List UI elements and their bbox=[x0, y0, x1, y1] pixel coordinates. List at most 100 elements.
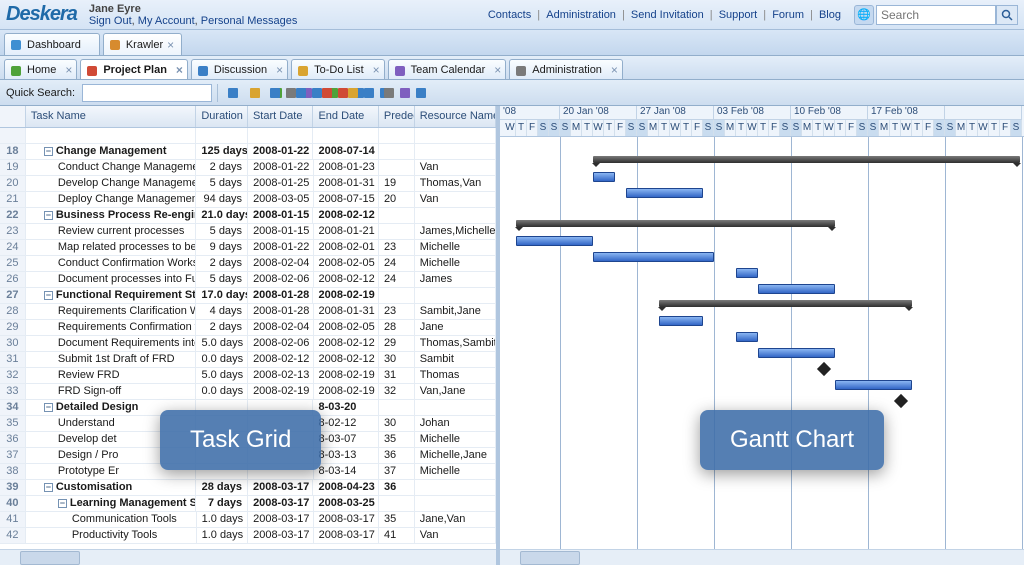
toolbar-help-button[interactable] bbox=[413, 83, 429, 103]
gantt-body[interactable] bbox=[500, 137, 1024, 549]
grid-body[interactable]: 18 −Change Management 125 days 2008-01-2… bbox=[0, 128, 496, 549]
task-name-cell[interactable]: Design / Pro bbox=[26, 448, 197, 463]
subtab-project-plan[interactable]: Project Plan× bbox=[80, 59, 188, 79]
toolbar-settings-button[interactable] bbox=[397, 83, 413, 103]
col-start-date[interactable]: Start Date bbox=[248, 106, 313, 127]
predecessor-cell[interactable] bbox=[379, 288, 415, 303]
table-row[interactable]: 22 −Business Process Re-engineerin 21.0 … bbox=[0, 208, 496, 224]
subtab-team-calendar[interactable]: Team Calendar× bbox=[388, 59, 507, 79]
user-link-personal-messages[interactable]: Personal Messages bbox=[201, 15, 298, 27]
toolbar-link-button[interactable] bbox=[345, 83, 361, 103]
gantt-hscroll[interactable] bbox=[500, 549, 1024, 565]
resource-cell[interactable] bbox=[415, 288, 496, 303]
task-name-cell[interactable]: FRD Sign-off bbox=[26, 384, 197, 399]
user-link-sign-out[interactable]: Sign Out bbox=[89, 15, 132, 27]
resource-cell[interactable]: Johan bbox=[415, 416, 496, 431]
task-bar[interactable] bbox=[758, 348, 835, 358]
close-icon[interactable]: × bbox=[167, 40, 177, 50]
task-bar[interactable] bbox=[736, 268, 758, 278]
predecessor-cell[interactable]: 29 bbox=[379, 336, 415, 351]
start-date-cell[interactable] bbox=[248, 448, 313, 463]
header-link-support[interactable]: Support bbox=[716, 9, 761, 21]
task-name-cell[interactable]: −Customisation bbox=[26, 480, 197, 495]
task-name-cell[interactable]: Review FRD bbox=[26, 368, 197, 383]
predecessor-cell[interactable]: 36 bbox=[379, 480, 415, 495]
task-name-cell[interactable]: −Change Management bbox=[26, 144, 197, 159]
collapse-icon[interactable]: − bbox=[44, 291, 53, 300]
duration-cell[interactable]: 125 days bbox=[196, 144, 248, 159]
start-date-cell[interactable]: 2008-03-17 bbox=[248, 480, 313, 495]
table-row[interactable]: 20 Develop Change Management Pl 5 days 2… bbox=[0, 176, 496, 192]
end-date-cell[interactable]: 2008-04-23 bbox=[313, 480, 378, 495]
search-input[interactable] bbox=[876, 5, 996, 25]
predecessor-cell[interactable]: 32 bbox=[379, 384, 415, 399]
resource-cell[interactable] bbox=[415, 128, 496, 143]
start-date-cell[interactable] bbox=[248, 400, 313, 415]
resource-cell[interactable]: Van,Jane bbox=[415, 384, 496, 399]
duration-cell[interactable] bbox=[196, 464, 248, 479]
header-link-contacts[interactable]: Contacts bbox=[485, 9, 534, 21]
close-icon[interactable]: × bbox=[494, 65, 501, 75]
resource-cell[interactable]: Michelle,Jane bbox=[415, 448, 496, 463]
end-date-cell[interactable]: 2008-02-19 bbox=[314, 368, 379, 383]
table-row[interactable]: 36 Develop det 8-03-07 35 Michelle bbox=[0, 432, 496, 448]
resource-cell[interactable]: Van bbox=[415, 160, 496, 175]
resource-cell[interactable]: Van bbox=[415, 192, 496, 207]
task-bar[interactable] bbox=[593, 252, 714, 262]
col-task-name[interactable]: Task Name bbox=[26, 106, 196, 127]
duration-cell[interactable] bbox=[196, 432, 248, 447]
task-name-cell[interactable]: Develop Change Management Pl bbox=[26, 176, 197, 191]
toolbar-redo-button[interactable] bbox=[341, 83, 361, 103]
resource-cell[interactable] bbox=[415, 208, 496, 223]
end-date-cell[interactable]: 8-03-20 bbox=[313, 400, 378, 415]
duration-cell[interactable]: 5.0 days bbox=[196, 336, 248, 351]
task-name-cell[interactable]: −Business Process Re-engineerin bbox=[26, 208, 197, 223]
collapse-icon[interactable]: − bbox=[44, 211, 53, 220]
task-name-cell[interactable]: Deploy Change Management Act bbox=[26, 192, 197, 207]
summary-bar[interactable] bbox=[516, 220, 835, 227]
scroll-thumb[interactable] bbox=[20, 551, 80, 565]
predecessor-cell[interactable]: 35 bbox=[379, 432, 415, 447]
duration-cell[interactable]: 94 days bbox=[196, 192, 248, 207]
table-row[interactable]: 37 Design / Pro 8-03-13 36 Michelle,Jane bbox=[0, 448, 496, 464]
end-date-cell[interactable]: 8-02-12 bbox=[314, 416, 379, 431]
task-name-cell[interactable]: Develop det bbox=[26, 432, 197, 447]
subtab-administration[interactable]: Administration× bbox=[509, 59, 623, 79]
predecessor-cell[interactable]: 23 bbox=[379, 240, 415, 255]
close-icon[interactable]: × bbox=[611, 65, 618, 75]
toolbar-up-button[interactable] bbox=[319, 83, 335, 103]
start-date-cell[interactable]: 2008-02-13 bbox=[248, 368, 313, 383]
resource-cell[interactable]: James bbox=[415, 272, 496, 287]
toolbar-indent-button[interactable] bbox=[293, 83, 309, 103]
end-date-cell[interactable]: 2008-01-23 bbox=[314, 160, 379, 175]
table-row[interactable]: 21 Deploy Change Management Act 94 days … bbox=[0, 192, 496, 208]
start-date-cell[interactable]: 2008-03-17 bbox=[248, 496, 313, 511]
table-row[interactable]: 26 Document processes into Functi 5 days… bbox=[0, 272, 496, 288]
predecessor-cell[interactable] bbox=[379, 144, 415, 159]
start-date-cell[interactable]: 2008-02-12 bbox=[248, 352, 313, 367]
end-date-cell[interactable]: 2008-03-25 bbox=[314, 496, 379, 511]
start-date-cell[interactable]: 2008-03-17 bbox=[248, 528, 313, 543]
end-date-cell[interactable]: 2008-07-15 bbox=[314, 192, 379, 207]
close-icon[interactable]: × bbox=[276, 65, 283, 75]
table-row[interactable]: 25 Conduct Confirmation Workshop 2 days … bbox=[0, 256, 496, 272]
predecessor-cell[interactable] bbox=[379, 400, 415, 415]
end-date-cell[interactable]: 2008-01-31 bbox=[314, 304, 379, 319]
end-date-cell[interactable]: 2008-07-14 bbox=[313, 144, 378, 159]
task-name-cell[interactable]: Map related processes to best p bbox=[26, 240, 197, 255]
duration-cell[interactable] bbox=[196, 416, 248, 431]
end-date-cell[interactable]: 2008-01-21 bbox=[314, 224, 379, 239]
task-name-cell[interactable]: Document processes into Functi bbox=[26, 272, 197, 287]
start-date-cell[interactable]: 2008-01-28 bbox=[248, 288, 313, 303]
duration-cell[interactable]: 5 days bbox=[196, 272, 248, 287]
toolbar-open-button[interactable] bbox=[245, 83, 265, 103]
col-row-num[interactable] bbox=[0, 106, 26, 127]
duration-cell[interactable]: 7 days bbox=[196, 496, 248, 511]
task-name-cell[interactable]: −Detailed Design bbox=[26, 400, 197, 415]
duration-cell[interactable]: 17.0 days bbox=[196, 288, 248, 303]
duration-cell[interactable]: 21.0 days bbox=[196, 208, 248, 223]
start-date-cell[interactable]: 2008-01-28 bbox=[248, 304, 313, 319]
close-icon[interactable]: × bbox=[65, 65, 72, 75]
end-date-cell[interactable]: 2008-02-12 bbox=[314, 336, 379, 351]
task-name-cell[interactable]: Document Requirements into FRD bbox=[26, 336, 197, 351]
